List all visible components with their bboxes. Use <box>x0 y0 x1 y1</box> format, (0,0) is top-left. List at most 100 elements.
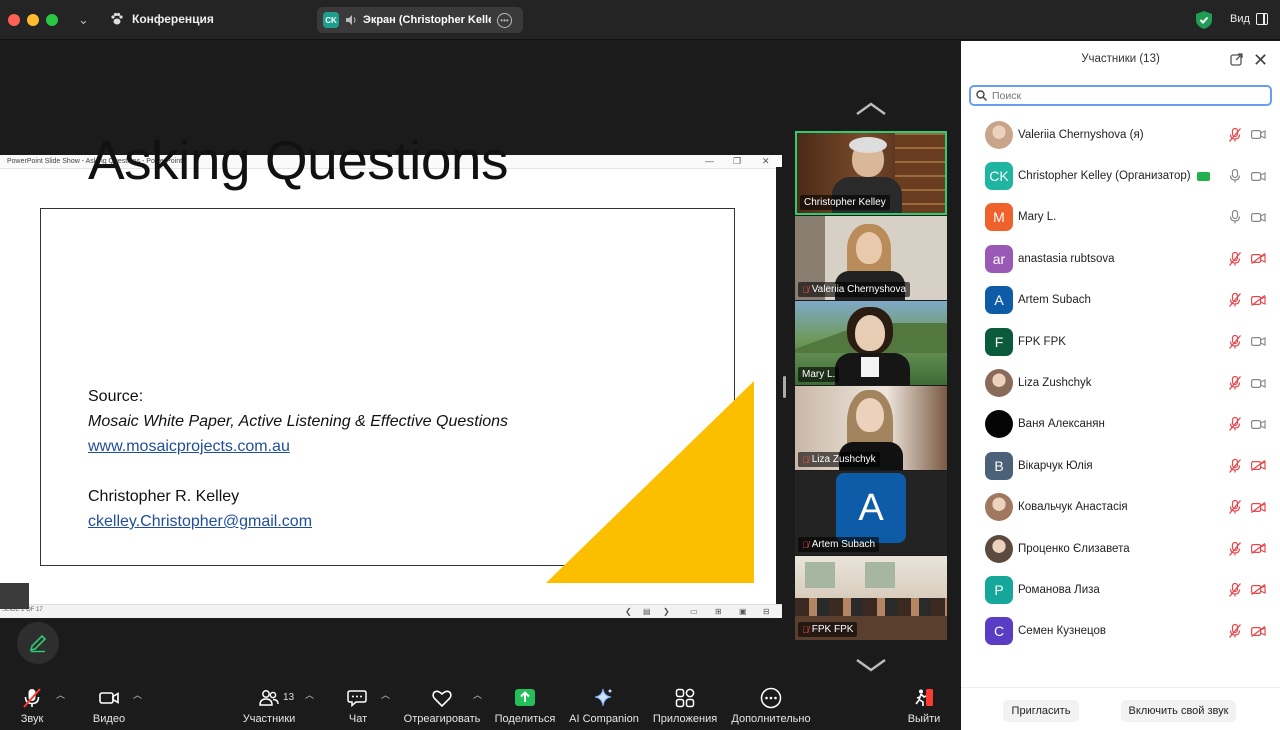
leave-button[interactable]: Выйти <box>879 676 969 725</box>
muted-mic-icon: 🎙̸ <box>802 284 809 295</box>
popout-icon[interactable] <box>1230 53 1243 66</box>
muted-mic-icon[interactable] <box>1229 541 1241 556</box>
camera-off-icon[interactable] <box>1251 253 1266 265</box>
view-label: Вид <box>1230 13 1250 25</box>
scroll-down-icon[interactable] <box>855 658 887 672</box>
participant-avatar <box>985 493 1013 522</box>
muted-mic-icon[interactable] <box>1229 500 1241 515</box>
video-tile[interactable]: 🎙̸ Liza Zushchyk <box>795 386 947 470</box>
muted-mic-icon[interactable] <box>1229 624 1241 639</box>
muted-mic-icon[interactable] <box>1229 417 1241 432</box>
participant-avatar: M <box>985 203 1013 232</box>
unmute-self-button[interactable]: Включить свой звук <box>1121 700 1236 722</box>
muted-mic-icon[interactable] <box>1229 251 1241 266</box>
participant-avatar: ar <box>985 244 1013 273</box>
muted-mic-icon[interactable] <box>1229 334 1241 349</box>
close-panel-icon[interactable]: ✕ <box>1253 50 1268 71</box>
camera-icon[interactable] <box>1251 419 1266 430</box>
camera-off-icon[interactable] <box>1251 460 1266 472</box>
more-icon <box>760 687 782 709</box>
video-options-caret-icon[interactable]: ︿ <box>133 688 142 701</box>
tile-name: 🎙̸ Valeriia Chernyshova <box>798 282 911 297</box>
participant-name-text: Ковальчук Анастасія <box>1018 501 1128 514</box>
participant-row[interactable]: CK Christopher Kelley (Организатор) <box>961 155 1280 196</box>
view-layout-icon <box>1255 13 1268 25</box>
zoom-window-button[interactable] <box>46 14 58 26</box>
participant-row[interactable]: A Artem Subach <box>961 280 1280 321</box>
slide-menu-icon: ▤ <box>643 607 651 616</box>
slide-email[interactable]: ckelley.Christopher@gmail.com <box>88 513 312 531</box>
meeting-info[interactable]: Конференция <box>110 12 214 26</box>
close-window-button[interactable] <box>8 14 20 26</box>
participant-name-text: Liza Zushchyk <box>1018 377 1092 390</box>
mic-icon[interactable] <box>1229 210 1241 224</box>
tile-name: 🎙̸ Artem Subach <box>798 537 880 552</box>
annotate-button[interactable] <box>17 622 59 664</box>
participant-row[interactable]: Ваня Алексанян <box>961 404 1280 445</box>
camera-icon[interactable] <box>1251 336 1266 347</box>
participant-row[interactable]: Ковальчук Анастасія <box>961 487 1280 528</box>
invite-button[interactable]: Пригласить <box>1003 700 1079 722</box>
participants-button[interactable]: Участники <box>224 676 314 725</box>
participant-avatar <box>985 369 1013 398</box>
split-handle[interactable] <box>783 376 786 398</box>
participant-avatar: В <box>985 451 1013 480</box>
participant-row[interactable]: С Семен Кузнецов <box>961 611 1280 652</box>
participant-name: anastasia rubtsova <box>1018 253 1115 265</box>
muted-mic-icon[interactable] <box>1229 376 1241 390</box>
share-button[interactable]: Поделиться <box>480 676 570 725</box>
apps-button[interactable]: Приложения <box>640 676 730 725</box>
video-tile[interactable]: 🎙̸ Valeriia Chernyshova <box>795 216 947 300</box>
camera-off-icon[interactable] <box>1251 501 1266 513</box>
muted-mic-icon[interactable] <box>1229 582 1241 597</box>
camera-off-icon[interactable] <box>1251 625 1266 637</box>
participant-name: Liza Zushchyk <box>1018 377 1092 389</box>
view-button[interactable]: Вид <box>1230 13 1268 25</box>
screen-share-indicator[interactable]: CK Экран (Christopher Kelley ••• <box>317 7 523 33</box>
video-tile[interactable]: A 🎙̸ Artem Subach <box>795 471 947 555</box>
participant-avatar <box>985 534 1013 563</box>
participant-row[interactable]: Р Романова Лиза <box>961 569 1280 610</box>
participant-row[interactable]: В Вікарчук Юлія <box>961 445 1280 486</box>
camera-off-icon[interactable] <box>1251 584 1266 596</box>
video-tile[interactable]: Mary L. <box>795 301 947 385</box>
slide-source-link[interactable]: www.mosaicprojects.com.au <box>88 438 290 456</box>
muted-mic-icon[interactable] <box>1229 458 1241 473</box>
participant-row[interactable]: F FPK FPK <box>961 321 1280 362</box>
participant-avatar <box>985 120 1013 149</box>
participant-name-text: Artem Subach <box>1018 294 1091 307</box>
search-input[interactable] <box>992 89 1252 102</box>
minimize-window-button[interactable] <box>27 14 39 26</box>
chevron-down-icon[interactable]: ⌄ <box>78 12 89 28</box>
participant-list: Valeriia Chernyshova (я) CK Christopher Ke… <box>961 114 1280 652</box>
participant-row[interactable]: Liza Zushchyk <box>961 362 1280 403</box>
video-tile[interactable]: Christopher Kelley <box>795 131 947 215</box>
camera-icon[interactable] <box>1251 212 1266 223</box>
camera-icon[interactable] <box>1251 171 1266 182</box>
scroll-up-icon[interactable] <box>855 102 887 116</box>
muted-mic-icon[interactable] <box>1229 127 1241 142</box>
participant-row[interactable]: ar anastasia rubtsova <box>961 238 1280 279</box>
screen-badge: CK <box>323 12 339 28</box>
sorter-view-icon: ⊞ <box>715 607 722 616</box>
mic-icon[interactable] <box>1229 169 1241 183</box>
more-options-icon[interactable]: ••• <box>497 12 512 28</box>
video-tile[interactable]: 🎙̸ FPK FPK <box>795 556 947 640</box>
camera-icon[interactable] <box>1251 129 1266 140</box>
participant-row[interactable]: Проценко Єлизавета <box>961 528 1280 569</box>
participant-avatar: A <box>985 286 1013 315</box>
share-screen-icon <box>515 689 535 706</box>
participant-search[interactable] <box>969 85 1272 106</box>
ai-companion-button[interactable]: AI Companion <box>559 676 649 725</box>
participant-row[interactable]: M Mary L. <box>961 197 1280 238</box>
participant-row[interactable]: Valeriia Chernyshova (я) <box>961 114 1280 155</box>
more-button[interactable]: Дополнительно <box>726 676 816 725</box>
muted-mic-icon[interactable] <box>1229 293 1241 308</box>
camera-off-icon[interactable] <box>1251 294 1266 306</box>
security-shield-icon[interactable] <box>1196 11 1212 29</box>
camera-icon[interactable] <box>1251 378 1266 389</box>
participant-name-text: Valeriia Chernyshova (я) <box>1018 128 1144 141</box>
chat-options-caret-icon[interactable]: ︿ <box>381 688 390 701</box>
panel-footer: Пригласить Включить свой звук <box>961 687 1280 730</box>
camera-off-icon[interactable] <box>1251 543 1266 555</box>
